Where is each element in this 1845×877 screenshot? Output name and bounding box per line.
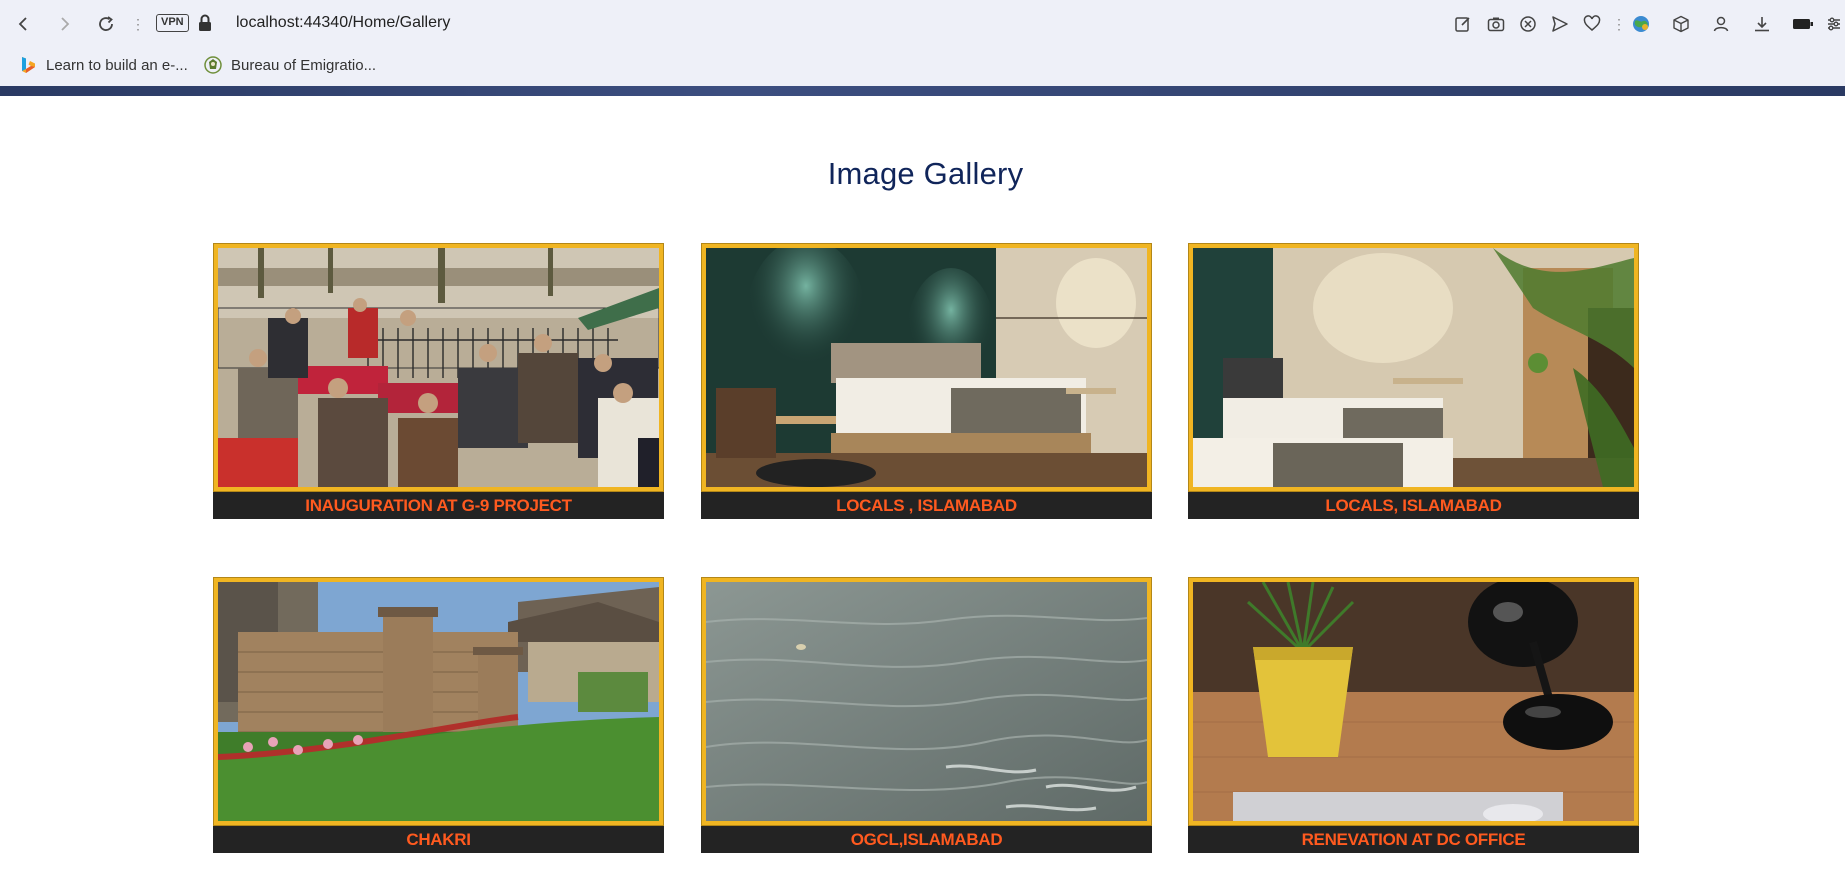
- gallery-image[interactable]: [213, 243, 664, 492]
- close-circle-icon[interactable]: [1516, 12, 1540, 36]
- profile-icon[interactable]: [1709, 12, 1733, 36]
- toolbar-separator: ⋮: [1612, 16, 1626, 32]
- sliders-icon[interactable]: [1823, 12, 1845, 36]
- lock-icon[interactable]: [198, 14, 212, 32]
- vpn-badge[interactable]: VPN: [156, 14, 189, 32]
- toolbar-separator: ⋮: [131, 16, 145, 32]
- gallery-caption: RENEVATION AT DC OFFICE: [1188, 826, 1639, 853]
- gallery-card[interactable]: RENEVATION AT DC OFFICE: [1188, 577, 1639, 853]
- heart-icon[interactable]: [1580, 12, 1604, 36]
- gallery-caption: OGCL,ISLAMABAD: [701, 826, 1152, 853]
- bookmark-label: Learn to build an e-...: [46, 56, 188, 74]
- send-icon[interactable]: [1548, 12, 1572, 36]
- twin-room-photo: [1193, 248, 1634, 487]
- bookmarks-bar: Learn to build an e-... Bureau of Emigra…: [0, 48, 1845, 82]
- browser-chrome: ⋮ VPN localhost:44340/Home/Gallery ⋮ Lea…: [0, 0, 1845, 96]
- reload-button[interactable]: [94, 12, 118, 36]
- bing-icon: [18, 55, 38, 75]
- gallery-caption: LOCALS , ISLAMABAD: [701, 492, 1152, 519]
- forward-button[interactable]: [52, 12, 76, 36]
- gallery-image[interactable]: [701, 243, 1152, 492]
- reload-icon: [99, 16, 113, 31]
- forward-arrow-icon: [61, 17, 70, 31]
- back-button[interactable]: [12, 12, 36, 36]
- camera-icon[interactable]: [1484, 12, 1508, 36]
- garden-wall-photo: [218, 582, 659, 821]
- water-photo: [706, 582, 1147, 821]
- site-header-strip: [0, 86, 1845, 96]
- gallery-card[interactable]: OGCL,ISLAMABAD: [701, 577, 1152, 853]
- gallery-caption: INAUGURATION AT G-9 PROJECT: [213, 492, 664, 519]
- hotel-room-photo: [706, 248, 1147, 487]
- bookmark-item[interactable]: Bureau of Emigratio...: [203, 55, 376, 75]
- gallery-card[interactable]: CHAKRI: [213, 577, 664, 853]
- gallery-caption: CHAKRI: [213, 826, 664, 853]
- gallery-caption: LOCALS, ISLAMABAD: [1188, 492, 1639, 519]
- address-bar[interactable]: localhost:44340/Home/Gallery: [236, 14, 450, 32]
- download-icon[interactable]: [1750, 12, 1774, 36]
- gallery-image[interactable]: [1188, 243, 1639, 492]
- gallery-card[interactable]: LOCALS , ISLAMABAD: [701, 243, 1152, 519]
- cube-icon[interactable]: [1669, 12, 1693, 36]
- edit-icon[interactable]: [1451, 12, 1475, 36]
- gallery-image[interactable]: [1188, 577, 1639, 826]
- gallery-image[interactable]: [213, 577, 664, 826]
- bookmark-label: Bureau of Emigratio...: [231, 56, 377, 74]
- page-title: Image Gallery: [827, 156, 1024, 191]
- browser-toolbar: ⋮ VPN localhost:44340/Home/Gallery ⋮: [0, 0, 1845, 48]
- gallery-card[interactable]: LOCALS, ISLAMABAD: [1188, 243, 1639, 519]
- back-arrow-icon: [18, 17, 27, 31]
- outdoor-meeting-photo: [218, 248, 659, 487]
- desk-plant-photo: [1193, 582, 1634, 821]
- bookmark-item[interactable]: Learn to build an e-...: [18, 55, 188, 75]
- gallery-card[interactable]: INAUGURATION AT G-9 PROJECT: [213, 243, 664, 519]
- emblem-icon: [203, 55, 223, 75]
- gallery-image[interactable]: [701, 577, 1152, 826]
- battery-icon[interactable]: [1791, 12, 1815, 36]
- globe-extension-icon[interactable]: [1629, 12, 1653, 36]
